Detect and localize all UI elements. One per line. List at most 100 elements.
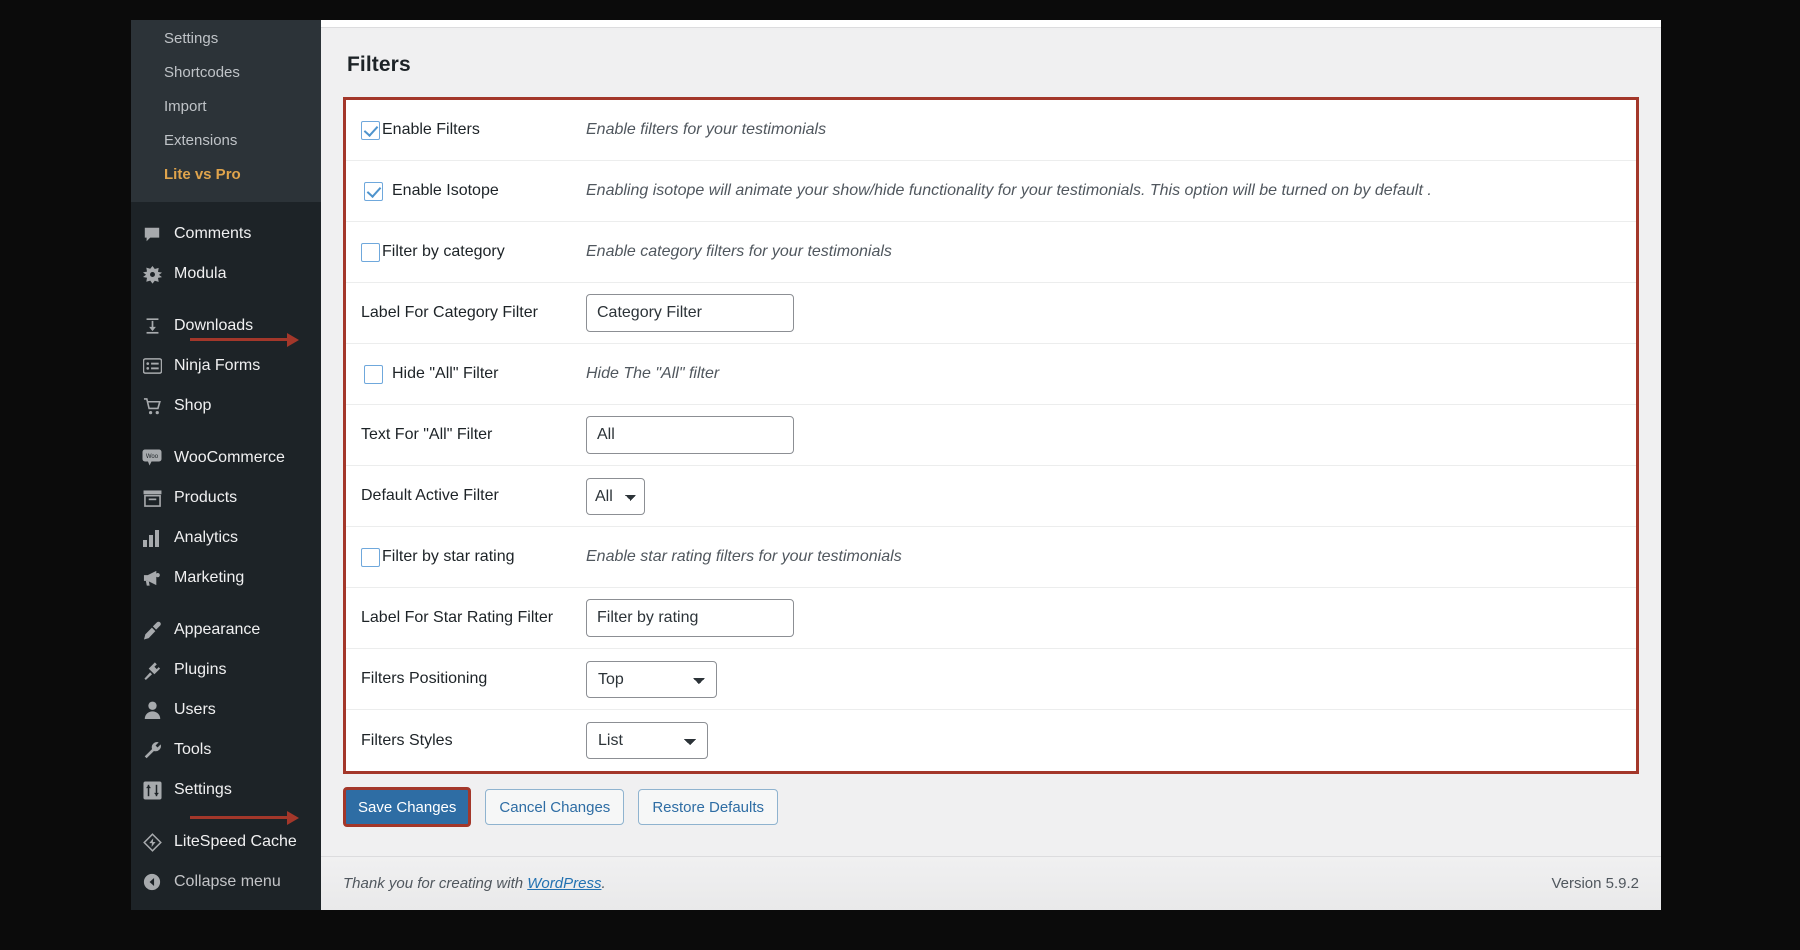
litespeed-diamond-icon [141,831,163,853]
setting-label: Filters Styles [361,732,453,750]
sidebar-item-analytics[interactable]: Analytics [131,518,321,558]
enable-isotope-label-cell: Enable Isotope [361,182,586,201]
footer-credit-suffix: . [601,875,605,892]
filter-by-category-desc-cell: Enable category filters for your testimo… [586,243,1636,261]
sidebar-submenu-item-lite-vs-pro[interactable]: Lite vs Pro [131,158,321,192]
sidebar-item-label: Shop [174,395,211,417]
hide-all-filter-label-cell: Hide "All" Filter [361,365,586,384]
footer-credit: Thank you for creating with WordPress. [343,875,606,892]
filter-by-category-checkbox[interactable] [361,243,380,262]
sidebar-item-label: Modula [174,263,226,285]
sidebar-submenu: Settings Shortcodes Import Extensions Li… [131,20,321,202]
setting-label: Text For "All" Filter [361,426,492,444]
sidebar-separator [131,202,321,214]
sidebar-item-settings[interactable]: Settings [131,770,321,810]
sidebar-item-label: Products [174,487,237,509]
label-for-category-filter-input[interactable] [586,294,794,332]
sidebar-item-label: Tools [174,739,211,761]
sidebar-item-label: Analytics [174,527,238,549]
screen-root: Settings Shortcodes Import Extensions Li… [0,0,1800,950]
downloads-icon [141,315,163,337]
hide-all-filter-desc-cell: Hide The "All" filter [586,365,1636,383]
sidebar-submenu-item-settings[interactable]: Settings [131,22,321,56]
admin-sidebar: Settings Shortcodes Import Extensions Li… [131,20,321,910]
sidebar-item-label: LiteSpeed Cache [174,831,297,853]
sidebar-item-litespeed-cache[interactable]: LiteSpeed Cache [131,822,321,862]
woocommerce-icon: Woo [141,447,163,469]
hide-all-filter-checkbox[interactable] [364,365,383,384]
enable-filters-label-cell: Enable Filters [361,121,586,140]
setting-label: Label For Star Rating Filter [361,609,553,627]
enable-filters-checkbox[interactable] [361,121,380,140]
main-content: Filters Enable Filters Enable filters fo… [321,20,1661,910]
plugins-plug-icon [141,659,163,681]
sidebar-item-tools[interactable]: Tools [131,730,321,770]
setting-row-filters-styles: Filters Styles ListDropdown [346,710,1636,771]
sidebar-item-products[interactable]: Products [131,478,321,518]
cancel-changes-button[interactable]: Cancel Changes [485,789,624,825]
appearance-brush-icon [141,619,163,641]
sidebar-item-label: WooCommerce [174,447,285,469]
setting-description: Enabling isotope will animate your show/… [586,182,1432,200]
sidebar-item-ninja-forms[interactable]: Ninja Forms [131,346,321,386]
label-for-star-rating-filter-input[interactable] [586,599,794,637]
default-active-filter-control-cell: All [586,478,1636,515]
text-for-all-filter-label-cell: Text For "All" Filter [361,426,586,444]
setting-label: Filters Positioning [361,670,487,688]
sidebar-submenu-item-extensions[interactable]: Extensions [131,124,321,158]
wordpress-link[interactable]: WordPress [527,875,601,892]
analytics-bars-icon [141,527,163,549]
sidebar-item-modula[interactable]: Modula [131,254,321,294]
filters-positioning-select[interactable]: TopBottomLeftRight [586,661,717,698]
label-for-star-rating-filter-control-cell [586,599,1636,637]
label-for-star-rating-filter-label-cell: Label For Star Rating Filter [361,609,586,627]
default-active-filter-select[interactable]: All [586,478,645,515]
setting-row-default-active-filter: Default Active Filter All [346,466,1636,527]
products-icon [141,487,163,509]
sidebar-item-appearance[interactable]: Appearance [131,610,321,650]
setting-label: Hide "All" Filter [392,365,499,383]
setting-label: Filter by star rating [382,548,514,566]
setting-row-hide-all-filter: Hide "All" Filter Hide The "All" filter [346,344,1636,405]
restore-defaults-button[interactable]: Restore Defaults [638,789,778,825]
sidebar-item-comments[interactable]: Comments [131,214,321,254]
text-for-all-filter-input[interactable] [586,416,794,454]
sidebar-item-plugins[interactable]: Plugins [131,650,321,690]
enable-isotope-checkbox[interactable] [364,182,383,201]
ninja-forms-icon [141,355,163,377]
setting-row-enable-isotope: Enable Isotope Enabling isotope will ani… [346,161,1636,222]
default-active-filter-label-cell: Default Active Filter [361,487,586,505]
setting-row-filters-positioning: Filters Positioning TopBottomLeftRight [346,649,1636,710]
filters-styles-select[interactable]: ListDropdown [586,722,708,759]
setting-row-label-for-star-rating-filter: Label For Star Rating Filter [346,588,1636,649]
tools-wrench-icon [141,739,163,761]
users-person-icon [141,699,163,721]
sidebar-collapse-menu[interactable]: Collapse menu [131,862,321,902]
svg-text:Woo: Woo [146,454,159,460]
sidebar-collapse-label: Collapse menu [174,871,281,893]
setting-description: Enable star rating filters for your test… [586,548,902,566]
setting-label: Default Active Filter [361,487,499,505]
sidebar-item-shop[interactable]: Shop [131,386,321,426]
label-for-category-filter-label-cell: Label For Category Filter [361,304,586,322]
shop-cart-icon [141,395,163,417]
sidebar-item-woocommerce[interactable]: Woo WooCommerce [131,438,321,478]
sidebar-item-label: Comments [174,223,251,245]
filter-by-star-rating-checkbox[interactable] [361,548,380,567]
setting-row-enable-filters: Enable Filters Enable filters for your t… [346,100,1636,161]
setting-description: Enable category filters for your testimo… [586,243,892,261]
enable-filters-desc-cell: Enable filters for your testimonials [586,121,1636,139]
sidebar-separator [131,426,321,438]
admin-footer: Thank you for creating with WordPress. V… [321,856,1661,910]
sidebar-submenu-item-import[interactable]: Import [131,90,321,124]
setting-row-text-for-all-filter: Text For "All" Filter [346,405,1636,466]
filter-by-star-rating-desc-cell: Enable star rating filters for your test… [586,548,1636,566]
setting-row-label-for-category-filter: Label For Category Filter [346,283,1636,344]
setting-description: Enable filters for your testimonials [586,121,826,139]
text-for-all-filter-control-cell [586,416,1636,454]
sidebar-item-label: Appearance [174,619,260,641]
sidebar-submenu-item-shortcodes[interactable]: Shortcodes [131,56,321,90]
sidebar-item-marketing[interactable]: Marketing [131,558,321,598]
save-changes-button[interactable]: Save Changes [343,787,471,827]
sidebar-item-users[interactable]: Users [131,690,321,730]
